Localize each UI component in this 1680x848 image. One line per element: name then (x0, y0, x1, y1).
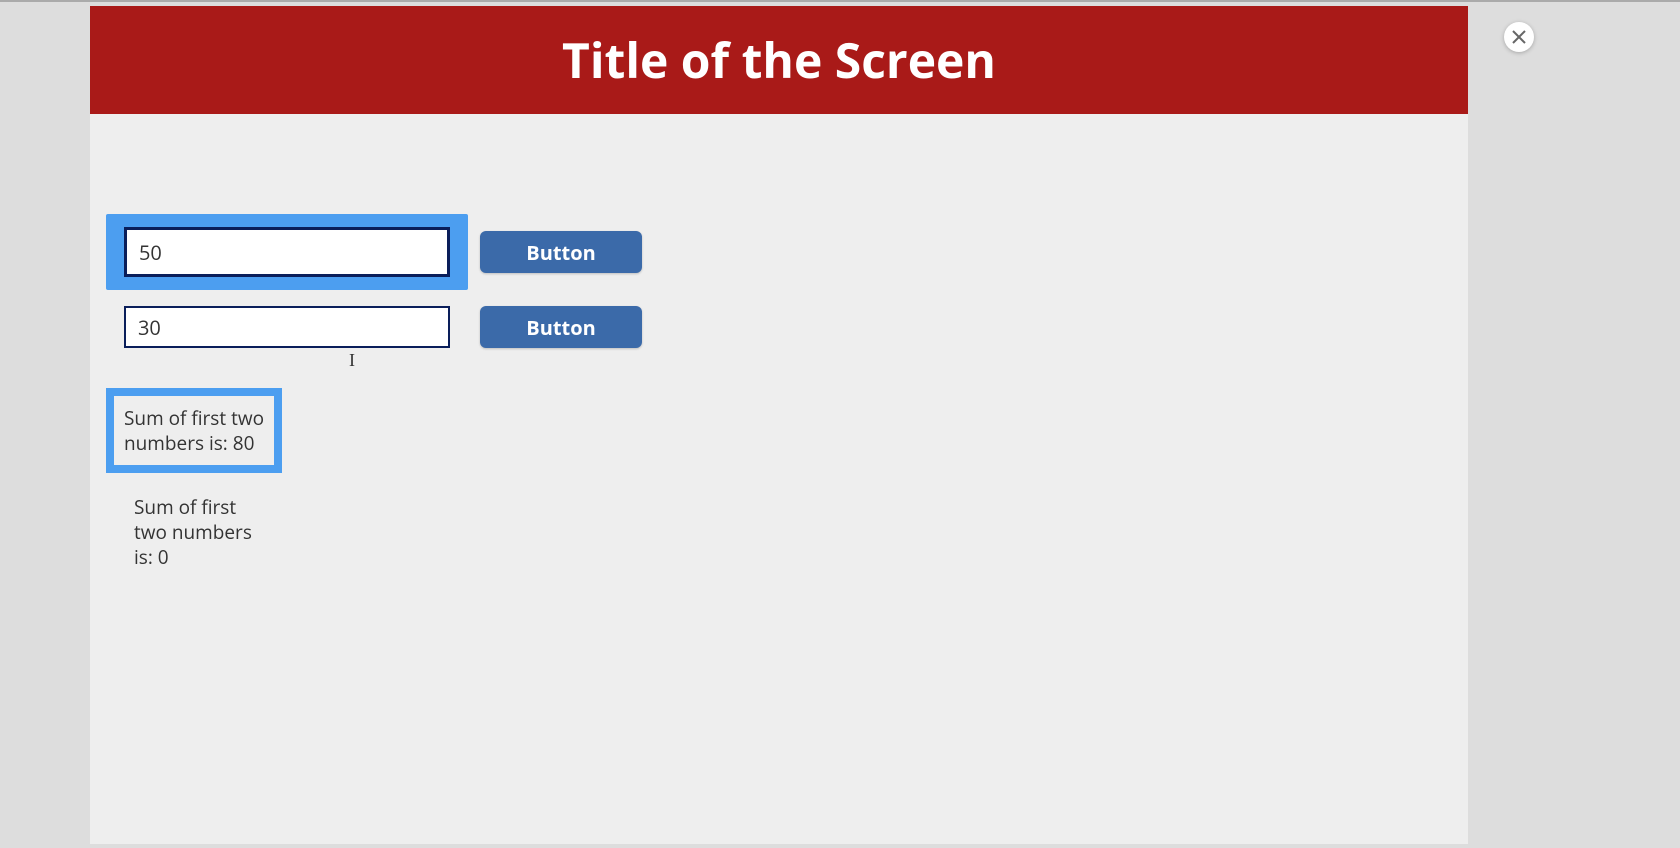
number-input-2[interactable] (124, 306, 450, 348)
input-row-1: Button (106, 214, 1468, 290)
result-box-2: Sum of first two numbers is: 0 (116, 495, 276, 569)
top-divider (0, 0, 1680, 2)
results-block: Sum of first two numbers is: 80 Sum of f… (106, 388, 1468, 591)
number-input-1[interactable] (124, 227, 450, 277)
page-title: Title of the Screen (562, 28, 996, 93)
input-row-2: Button (106, 306, 1468, 348)
result-box-1: Sum of first two numbers is: 80 (106, 388, 282, 473)
result-text-2: Sum of first two numbers is: 0 (134, 495, 258, 569)
content-area: Button Button Sum of first two numbers i… (90, 114, 1468, 591)
text-cursor-icon: I (349, 350, 355, 371)
header-bar: Title of the Screen (90, 6, 1468, 114)
action-button-2[interactable]: Button (480, 306, 642, 348)
input-wrapper-1 (106, 214, 468, 290)
input-wrapper-2 (106, 306, 468, 348)
app-container: Title of the Screen Button Button Sum of… (90, 6, 1468, 844)
close-button[interactable] (1504, 22, 1534, 52)
close-icon (1512, 30, 1526, 44)
action-button-1[interactable]: Button (480, 231, 642, 273)
result-text-1: Sum of first two numbers is: 80 (124, 406, 264, 455)
